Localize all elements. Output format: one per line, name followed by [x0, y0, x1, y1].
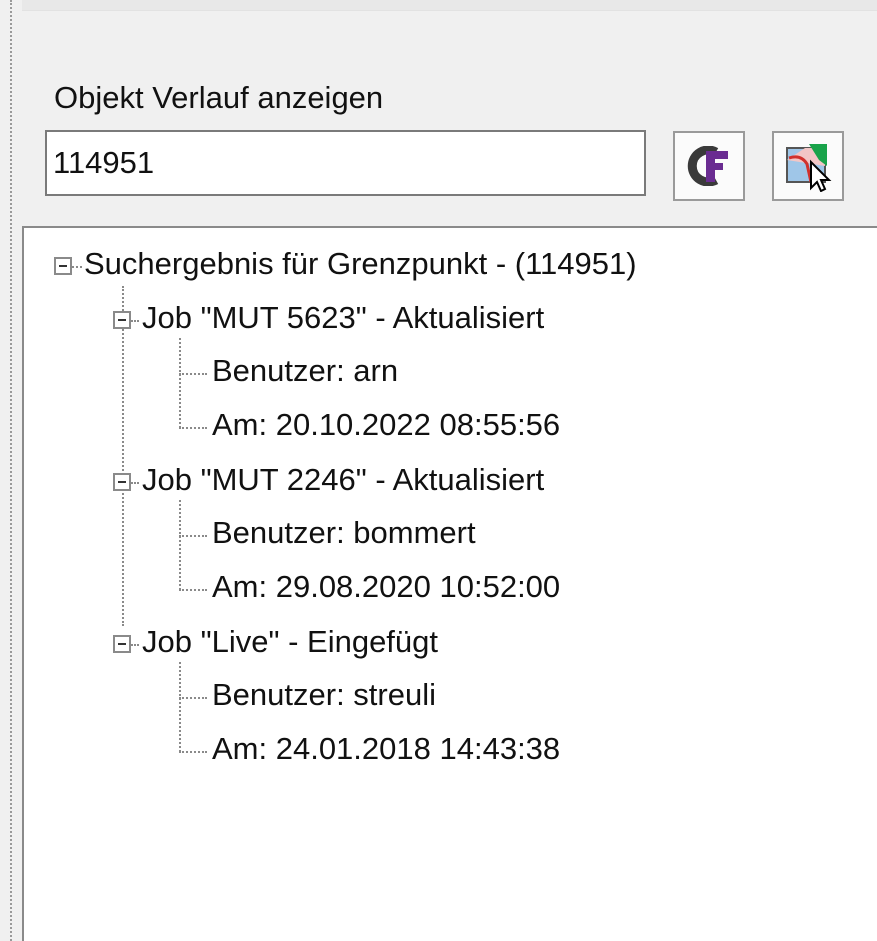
- expand-collapse-icon[interactable]: [113, 635, 131, 653]
- tree-connector: [179, 535, 207, 537]
- history-search-icon: [687, 146, 728, 186]
- history-label: Objekt Verlauf anzeigen: [54, 80, 384, 115]
- tree-connector: [179, 338, 181, 428]
- top-strip: [22, 0, 877, 11]
- tree-date-label[interactable]: Am: 24.01.2018 14:43:38: [212, 730, 560, 768]
- tree-user-label[interactable]: Benutzer: bommert: [212, 514, 476, 552]
- tree-job-label[interactable]: Job "Live" - Eingefügt: [142, 623, 438, 661]
- tree-date-label[interactable]: Am: 20.10.2022 08:55:56: [212, 406, 560, 444]
- tree-connector: [179, 500, 181, 590]
- expand-collapse-icon[interactable]: [54, 257, 72, 275]
- tree-job-label[interactable]: Job "MUT 2246" - Aktualisiert: [142, 461, 544, 499]
- map-locate-icon: [786, 144, 832, 192]
- tree-connector: [179, 427, 207, 429]
- tree-connector: [122, 286, 124, 626]
- expand-collapse-icon[interactable]: [113, 311, 131, 329]
- tree-user-label[interactable]: Benutzer: streuli: [212, 676, 436, 714]
- tree-connector: [179, 373, 207, 375]
- object-id-input[interactable]: [45, 130, 646, 196]
- tree-user-label[interactable]: Benutzer: arn: [212, 352, 398, 390]
- show-history-button[interactable]: [673, 131, 745, 201]
- locate-on-map-button[interactable]: [772, 131, 844, 201]
- tree-connector: [72, 266, 82, 268]
- expand-collapse-icon[interactable]: [113, 473, 131, 491]
- tree-connector: [179, 697, 207, 699]
- tree-job-label[interactable]: Job "MUT 5623" - Aktualisiert: [142, 299, 544, 337]
- tree-connector: [131, 320, 139, 322]
- tree-connector: [179, 589, 207, 591]
- tree-connector: [131, 644, 139, 646]
- tree-date-label[interactable]: Am: 29.08.2020 10:52:00: [212, 568, 560, 606]
- history-panel: Objekt Verlauf anzeigen Suchergebnis für…: [0, 0, 877, 941]
- panel-splitter[interactable]: [10, 0, 12, 941]
- tree-connector: [131, 482, 139, 484]
- tree-connector: [179, 751, 207, 753]
- history-tree[interactable]: Suchergebnis für Grenzpunkt - (114951) J…: [22, 226, 877, 941]
- tree-root-label[interactable]: Suchergebnis für Grenzpunkt - (114951): [84, 245, 637, 283]
- tree-connector: [179, 662, 181, 752]
